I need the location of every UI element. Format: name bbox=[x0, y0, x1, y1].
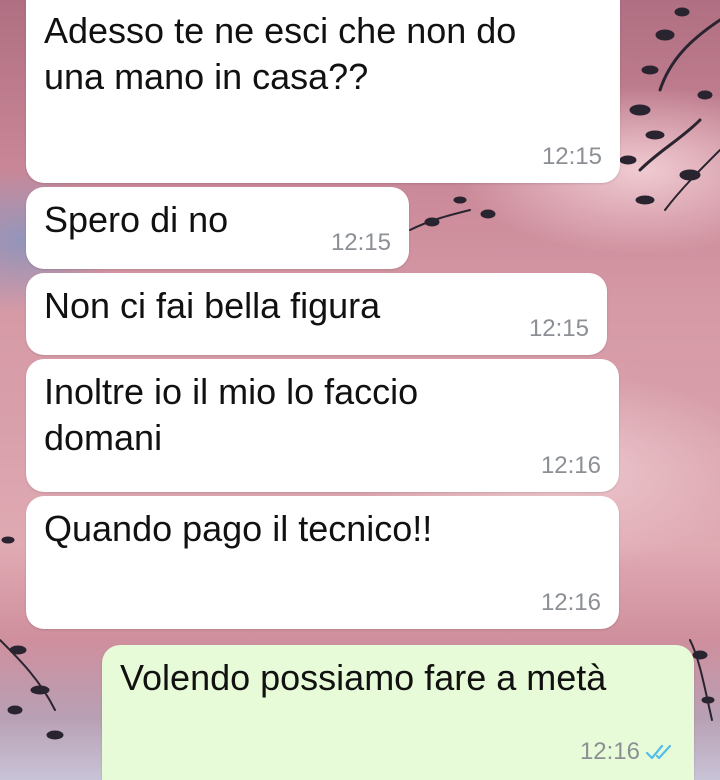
message-text: Quando pago il tecnico!! bbox=[44, 508, 433, 549]
message-bubble[interactable]: Non ci fai bella figura 12:15 bbox=[26, 273, 607, 355]
message-text: Volendo possiamo fare a metà bbox=[120, 657, 607, 698]
double-check-icon bbox=[646, 744, 672, 760]
message-timestamp: 12:16 bbox=[540, 452, 601, 479]
message-bubble-outgoing[interactable]: Volendo possiamo fare a metà 12:16 bbox=[102, 645, 694, 780]
message-bubble[interactable]: Adesso te ne esci che non do una mano in… bbox=[26, 0, 620, 183]
message-timestamp-row: 12:16 bbox=[580, 740, 676, 764]
message-timestamp: 12:16 bbox=[540, 589, 601, 616]
message-bubble[interactable]: Spero di no 12:15 bbox=[26, 187, 409, 269]
message-timestamp: 12:15 bbox=[541, 143, 602, 170]
message-timestamp: 12:16 bbox=[579, 738, 640, 765]
message-timestamp: 12:15 bbox=[528, 315, 589, 342]
message-bubble[interactable]: Quando pago il tecnico!! 12:16 bbox=[26, 496, 619, 629]
message-text: Adesso te ne esci che non do una mano in… bbox=[44, 10, 517, 97]
message-text: Non ci fai bella figura bbox=[44, 285, 381, 326]
message-text: Inoltre io il mio lo faccio domani bbox=[44, 371, 419, 458]
message-bubble[interactable]: Inoltre io il mio lo faccio domani 12:16 bbox=[26, 359, 619, 492]
message-timestamp: 12:15 bbox=[330, 229, 391, 256]
